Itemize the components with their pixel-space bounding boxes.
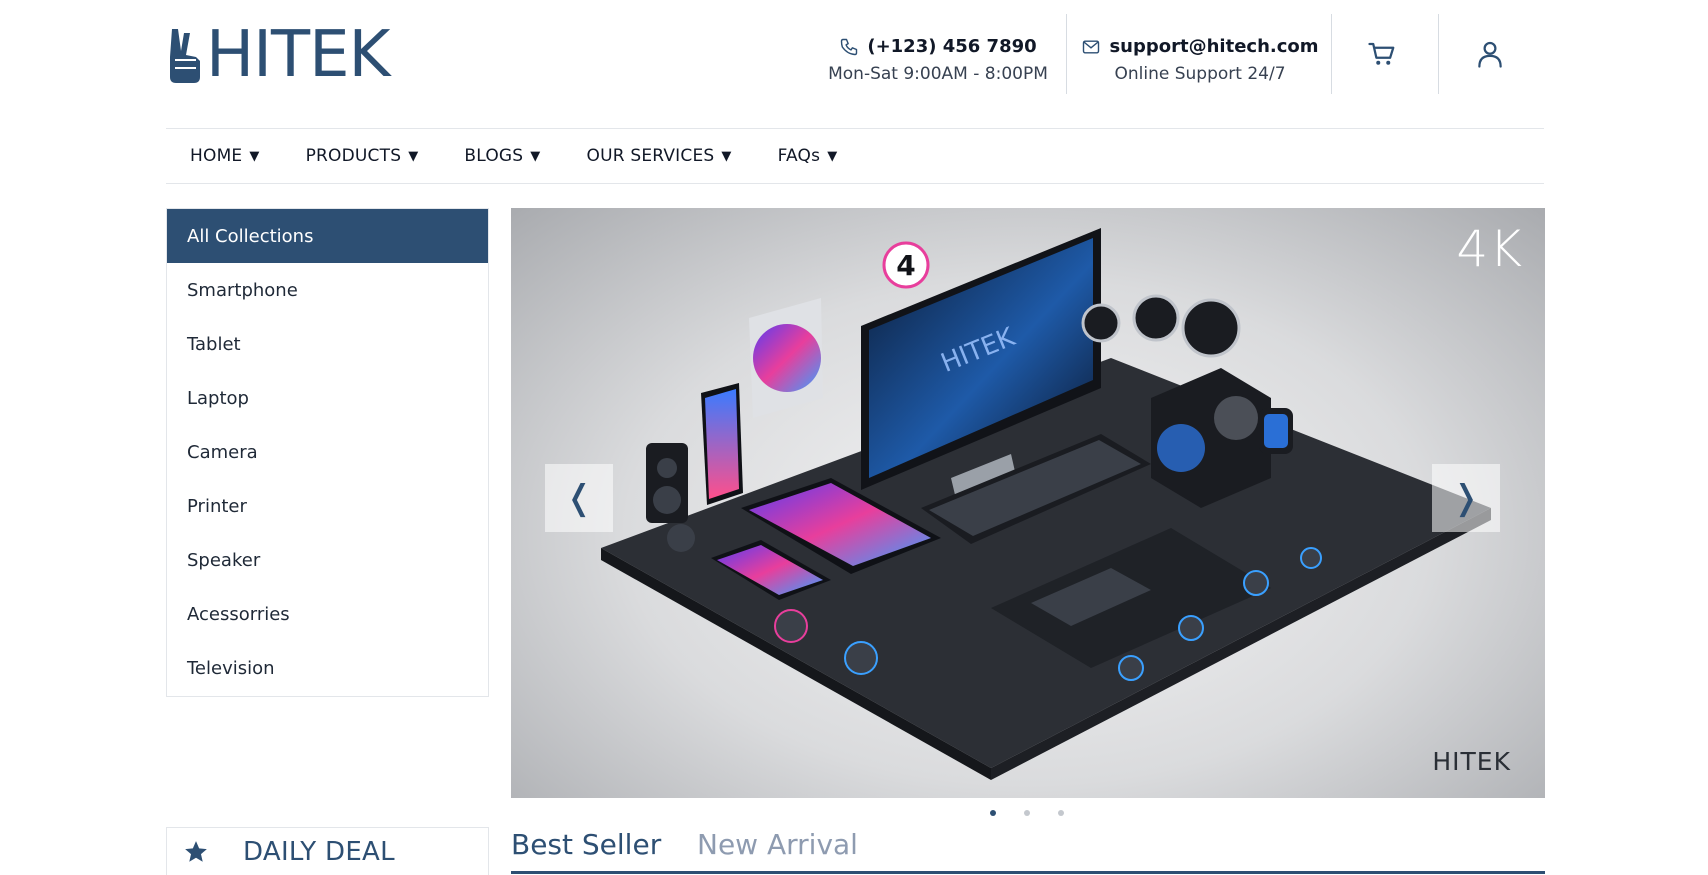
nav-item-our-services[interactable]: OUR SERVICES ▼ (586, 146, 731, 166)
nav-item-blogs[interactable]: BLOGS ▼ (464, 146, 540, 166)
email-address: support@hitech.com (1109, 36, 1319, 57)
phone-hours: Mon-Sat 9:00AM - 8:00PM (828, 64, 1048, 84)
header-divider (1066, 14, 1067, 94)
nav-item-label: PRODUCTS (305, 146, 402, 166)
nav-item-label: OUR SERVICES (586, 146, 715, 166)
hero-image: 4 HITEK (601, 228, 1491, 780)
header-divider (1438, 14, 1439, 94)
sidebar-item-smartphone[interactable]: Smartphone (167, 263, 488, 317)
chevron-left-icon: ❬ (564, 478, 594, 518)
caret-down-icon: ▼ (721, 148, 732, 164)
nav-item-faqs[interactable]: FAQs ▼ (778, 146, 838, 166)
contact-phone[interactable]: (+123) 456 7890 Mon-Sat 9:00AM - 8:00PM (818, 36, 1058, 84)
sidebar-item-television[interactable]: Television (167, 641, 488, 695)
caret-down-icon: ▼ (249, 148, 260, 164)
slider-dots (990, 810, 1064, 816)
cart-icon (1368, 42, 1395, 65)
slider-dot[interactable] (1024, 810, 1030, 816)
mail-icon (1083, 39, 1100, 54)
phone-number: (+123) 456 7890 (867, 36, 1037, 57)
collections-sidebar: All Collections Smartphone Tablet Laptop… (166, 208, 489, 697)
account-button[interactable] (1470, 34, 1510, 74)
email-note: Online Support 24/7 (1114, 64, 1286, 84)
phone-icon (841, 38, 858, 55)
sidebar-item-all-collections[interactable]: All Collections (167, 209, 488, 263)
site-logo[interactable]: HITEK (166, 20, 390, 90)
nav-item-label: HOME (190, 146, 243, 166)
daily-deal-title: DAILY DEAL (243, 836, 395, 867)
hero-4k-badge: 4K (1456, 220, 1523, 278)
slider-dot[interactable] (1058, 810, 1064, 816)
nav-item-label: BLOGS (464, 146, 524, 166)
sidebar-item-laptop[interactable]: Laptop (167, 371, 488, 425)
contact-email[interactable]: support@hitech.com Online Support 24/7 (1080, 36, 1320, 84)
caret-down-icon: ▼ (408, 148, 419, 164)
peace-hand-icon (170, 29, 200, 83)
slider-next-button[interactable]: ❭ (1432, 464, 1500, 532)
tabs-underline (511, 871, 1545, 874)
caret-down-icon: ▼ (827, 148, 838, 164)
site-header: HITEK (+123) 456 7890 Mon-Sat 9:00AM - 8… (0, 0, 1708, 128)
user-icon (1478, 41, 1502, 68)
chevron-right-icon: ❭ (1451, 478, 1481, 518)
nav-item-label: FAQs (777, 146, 821, 166)
tab-best-seller[interactable]: Best Seller (511, 828, 661, 861)
daily-deal-header: DAILY DEAL (166, 827, 489, 875)
nav-item-products[interactable]: PRODUCTS ▼ (306, 146, 419, 166)
sidebar-item-tablet[interactable]: Tablet (167, 317, 488, 371)
slider-prev-button[interactable]: ❬ (545, 464, 613, 532)
product-tabs: Best Seller New Arrival (511, 824, 1545, 875)
cart-button[interactable] (1362, 34, 1402, 74)
header-divider (1331, 14, 1332, 94)
tab-new-arrival[interactable]: New Arrival (697, 828, 858, 861)
logo-text: HITEK (206, 18, 390, 92)
star-icon (185, 840, 207, 862)
hero-brand-text: HITEK (1432, 747, 1511, 776)
sidebar-item-printer[interactable]: Printer (167, 479, 488, 533)
main-nav: HOME ▼ PRODUCTS ▼ BLOGS ▼ OUR SERVICES ▼… (166, 128, 1544, 184)
svg-text:4: 4 (896, 249, 915, 282)
sidebar-item-camera[interactable]: Camera (167, 425, 488, 479)
hero-banner[interactable]: 4 HITEK 4K HITEK ❬ ❭ (511, 208, 1545, 798)
sidebar-item-speaker[interactable]: Speaker (167, 533, 488, 587)
caret-down-icon: ▼ (530, 148, 541, 164)
slider-dot[interactable] (990, 810, 996, 816)
sidebar-item-accessories[interactable]: Acessorries (167, 587, 488, 641)
nav-item-home[interactable]: HOME ▼ (190, 146, 260, 166)
